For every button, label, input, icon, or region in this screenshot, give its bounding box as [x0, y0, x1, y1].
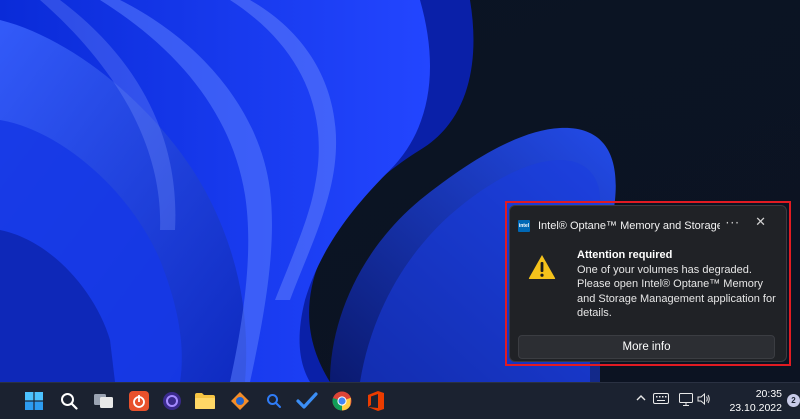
more-options-button[interactable]: ··· — [726, 216, 740, 230]
volume-icon[interactable] — [697, 392, 711, 408]
warning-icon — [528, 255, 556, 279]
notification-toast[interactable]: intel Intel® Optane™ Memory and Storage … — [509, 205, 787, 362]
app-name: Intel® Optane™ Memory and Storage Ma... — [538, 220, 720, 232]
todo-icon[interactable] — [295, 389, 319, 413]
close-button[interactable]: ✕ — [755, 215, 766, 230]
more-info-button[interactable]: More info — [518, 335, 775, 359]
intel-logo-icon: intel — [518, 220, 530, 232]
notification-count-badge[interactable]: 2 — [787, 394, 800, 407]
clock-date: 23.10.2022 — [729, 402, 782, 414]
task-view-icon[interactable] — [92, 389, 116, 413]
browser-app-icon[interactable] — [160, 389, 184, 413]
keyboard-icon[interactable] — [653, 393, 669, 407]
toast-message: One of your volumes has degraded. Please… — [577, 263, 776, 320]
chrome-icon[interactable] — [330, 389, 354, 413]
toast-header: intel Intel® Optane™ Memory and Storage … — [518, 215, 778, 234]
search-app-icon[interactable] — [262, 389, 286, 413]
office-icon[interactable] — [364, 389, 388, 413]
chevron-up-icon[interactable] — [636, 392, 646, 406]
file-explorer-icon[interactable] — [193, 389, 217, 413]
system-clock[interactable]: 20:35 23.10.2022 — [722, 387, 782, 415]
toast-text: Attention required One of your volumes h… — [577, 248, 782, 321]
power-app-icon[interactable] — [127, 389, 151, 413]
network-icon[interactable] — [679, 393, 693, 409]
toast-title: Attention required — [577, 249, 673, 261]
app-icon[interactable] — [228, 389, 252, 413]
windows-start-icon[interactable] — [22, 389, 46, 413]
taskbar: 20:35 23.10.2022 2 — [0, 382, 800, 419]
search-icon[interactable] — [57, 389, 81, 413]
clock-time: 20:35 — [755, 388, 782, 400]
